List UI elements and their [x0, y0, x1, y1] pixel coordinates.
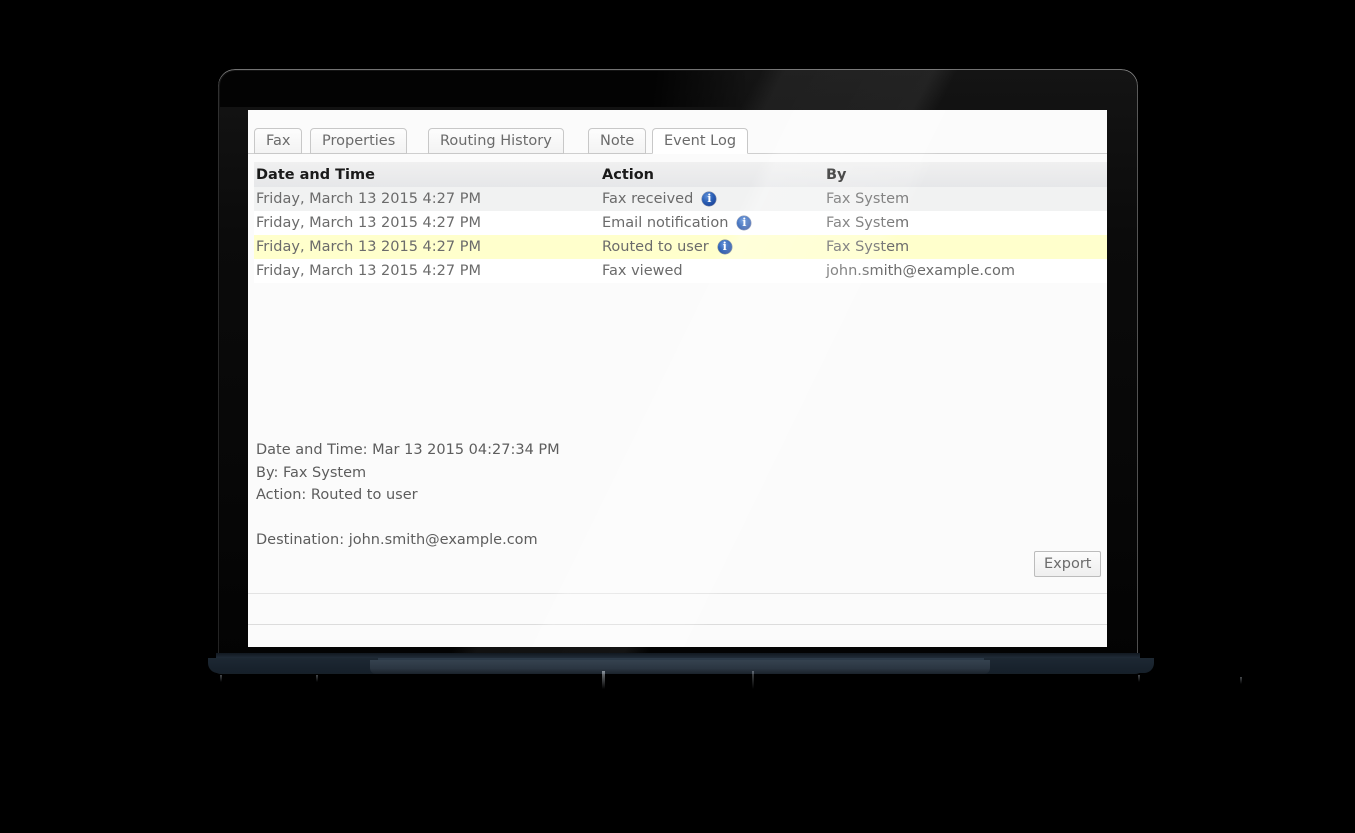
detail-action: Action: Routed to user	[256, 484, 956, 507]
event-log-table: Date and Time Action By Friday, March 13…	[254, 162, 1107, 283]
laptop-base-lip-right	[984, 658, 1154, 673]
cell-action-label: Routed to user	[602, 239, 709, 255]
column-header-date-and-time: Date and Time	[256, 162, 375, 187]
table-row[interactable]: Friday, March 13 2015 4:27 PM Fax receiv…	[254, 187, 1107, 211]
cell-by: Fax System	[826, 187, 909, 211]
detail-by: By: Fax System	[256, 462, 956, 485]
cell-action-label: Fax received	[602, 191, 693, 207]
cell-action-label: Fax viewed	[602, 263, 683, 279]
tab-bar: Fax Properties Routing History Note Even…	[248, 128, 1107, 154]
table-row-selected[interactable]: Friday, March 13 2015 4:27 PM Routed to …	[254, 235, 1107, 259]
tab-note[interactable]: Note	[588, 128, 646, 154]
export-button[interactable]: Export	[1034, 551, 1101, 577]
tab-properties[interactable]: Properties	[310, 128, 407, 154]
laptop-base-notch	[370, 660, 990, 674]
table-row[interactable]: Friday, March 13 2015 4:27 PM Fax viewed…	[254, 259, 1107, 283]
laptop-device: Fax Properties Routing History Note Even…	[218, 69, 1138, 661]
screenshot-stage: Fax Properties Routing History Note Even…	[0, 0, 1355, 833]
info-icon[interactable]	[718, 240, 732, 254]
base-reflection-dot	[1138, 675, 1140, 682]
cell-by: john.smith@example.com	[826, 259, 1015, 283]
tab-routing-history[interactable]: Routing History	[428, 128, 564, 154]
table-row[interactable]: Friday, March 13 2015 4:27 PM Email noti…	[254, 211, 1107, 235]
info-icon[interactable]	[737, 216, 751, 230]
column-header-by: By	[826, 162, 847, 187]
cell-by: Fax System	[826, 235, 909, 259]
info-icon[interactable]	[702, 192, 716, 206]
cell-action: Email notification	[602, 211, 751, 235]
detail-date-and-time: Date and Time: Mar 13 2015 04:27:34 PM	[256, 439, 956, 462]
event-detail-panel: Date and Time: Mar 13 2015 04:27:34 PM B…	[256, 439, 956, 551]
detail-destination: Destination: john.smith@example.com	[256, 529, 956, 552]
tab-fax[interactable]: Fax	[254, 128, 302, 154]
base-reflection-streak	[752, 671, 754, 689]
cell-by: Fax System	[826, 211, 909, 235]
base-reflection-dot	[220, 675, 222, 682]
cell-action-label: Email notification	[602, 215, 728, 231]
fax-event-log-page: Fax Properties Routing History Note Even…	[248, 110, 1107, 647]
cell-date-and-time: Friday, March 13 2015 4:27 PM	[256, 211, 481, 235]
column-header-action: Action	[602, 162, 654, 187]
table-header-row: Date and Time Action By	[254, 162, 1107, 187]
footer-divider-top	[248, 593, 1107, 594]
base-reflection-dot	[1240, 677, 1242, 684]
footer-band	[248, 625, 1107, 647]
base-reflection-streak	[602, 671, 605, 689]
cell-action: Fax received	[602, 187, 716, 211]
base-reflection-dot	[316, 675, 318, 682]
cell-date-and-time: Friday, March 13 2015 4:27 PM	[256, 259, 481, 283]
cell-action: Fax viewed	[602, 259, 683, 283]
detail-spacer	[256, 507, 956, 529]
tab-event-log[interactable]: Event Log	[652, 128, 748, 154]
cell-date-and-time: Friday, March 13 2015 4:27 PM	[256, 187, 481, 211]
cell-action: Routed to user	[602, 235, 732, 259]
cell-date-and-time: Friday, March 13 2015 4:27 PM	[256, 235, 481, 259]
laptop-screen: Fax Properties Routing History Note Even…	[248, 110, 1107, 647]
laptop-base-lip-left	[208, 658, 378, 673]
